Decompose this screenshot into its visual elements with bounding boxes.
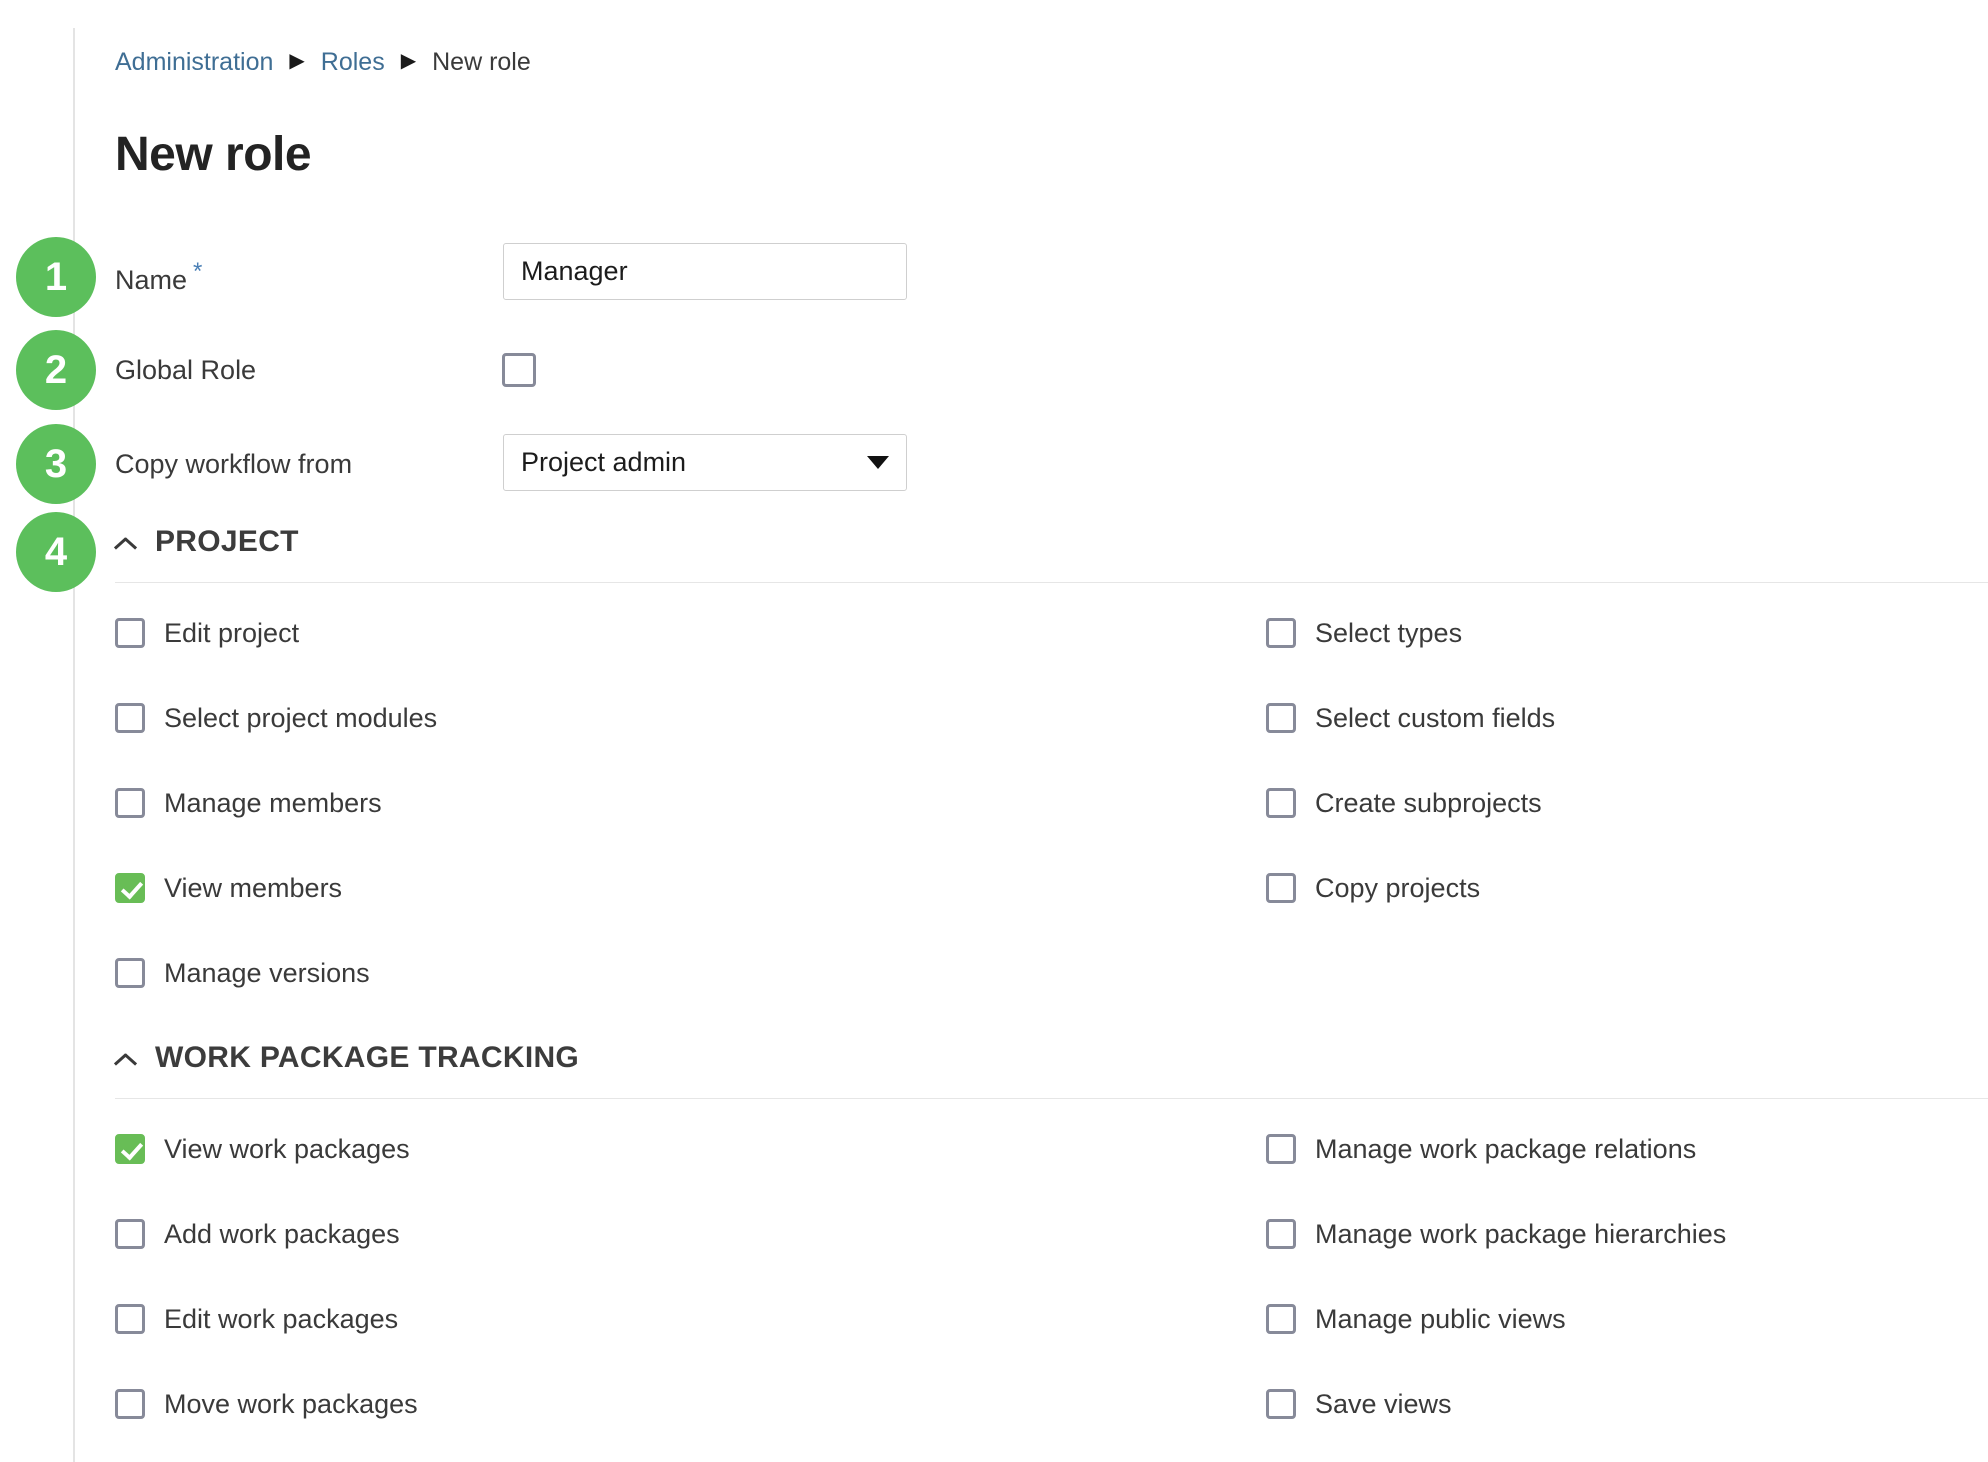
checkbox-view-work-packages[interactable] — [115, 1134, 145, 1164]
permission-label: Select project modules — [164, 703, 438, 733]
permission-column-right: Select types Select custom fields Create… — [1266, 613, 1555, 953]
permission-label: Manage work package relations — [1315, 1134, 1697, 1164]
checkbox-manage-public-views[interactable] — [1266, 1304, 1296, 1334]
permission-item-manage-work-package-hierarchies[interactable]: Manage work package hierarchies — [1266, 1214, 1726, 1254]
section-divider — [115, 582, 1988, 583]
permission-column-left: View work packages Add work packages Edi… — [115, 1129, 418, 1462]
section-work-package-tracking-header[interactable]: WORK PACKAGE TRACKING — [115, 1036, 1988, 1080]
page-title: New role — [115, 128, 312, 181]
checkbox-manage-work-package-hierarchies[interactable] — [1266, 1219, 1296, 1249]
permission-label: Edit work packages — [164, 1304, 399, 1334]
section-project-title: PROJECT — [155, 525, 299, 558]
step-badge-4: 4 — [16, 512, 96, 592]
copy-workflow-select[interactable]: Project admin — [503, 434, 907, 491]
permission-item-view-work-packages[interactable]: View work packages — [115, 1129, 418, 1169]
permission-label: Manage versions — [164, 958, 370, 988]
permission-item-manage-work-package-relations[interactable]: Manage work package relations — [1266, 1129, 1726, 1169]
permission-label: Save views — [1315, 1389, 1452, 1419]
section-project: PROJECT Edit project Select project modu… — [115, 520, 1988, 988]
permission-item-manage-members[interactable]: Manage members — [115, 783, 437, 823]
permission-label: Manage public views — [1315, 1304, 1566, 1334]
permission-item-select-types[interactable]: Select types — [1266, 613, 1555, 653]
checkbox-manage-versions[interactable] — [115, 958, 145, 988]
breadcrumb-item-roles[interactable]: Roles — [321, 44, 385, 80]
permission-item-move-work-packages[interactable]: Move work packages — [115, 1384, 418, 1424]
breadcrumb-item-administration[interactable]: Administration — [115, 44, 273, 80]
name-input[interactable] — [503, 243, 907, 300]
permission-column-right: Manage work package relations Manage wor… — [1266, 1129, 1726, 1462]
breadcrumb-item-new-role: New role — [432, 48, 531, 76]
section-work-package-tracking-title: WORK PACKAGE TRACKING — [155, 1041, 580, 1074]
permission-item-edit-work-packages[interactable]: Edit work packages — [115, 1299, 418, 1339]
permission-label: Manage members — [164, 788, 382, 818]
permission-label: View work packages — [164, 1134, 410, 1164]
name-field-label: Name * — [115, 260, 202, 297]
permission-label: Edit project — [164, 618, 300, 648]
permission-label: Select custom fields — [1315, 703, 1556, 733]
step-badge-2: 2 — [16, 330, 96, 410]
permission-item-view-members[interactable]: View members — [115, 868, 437, 908]
new-role-page: Administration ▶ Roles ▶ New role New ro… — [0, 0, 1988, 1462]
checkbox-view-members[interactable] — [115, 873, 145, 903]
permission-column-left: Edit project Select project modules Mana… — [115, 613, 437, 1038]
checkbox-select-types[interactable] — [1266, 618, 1296, 648]
checkbox-copy-projects[interactable] — [1266, 873, 1296, 903]
checkbox-edit-work-packages[interactable] — [115, 1304, 145, 1334]
permission-item-edit-project[interactable]: Edit project — [115, 613, 437, 653]
copy-workflow-selected-value: Project admin — [521, 447, 687, 477]
breadcrumb-separator-icon: ▶ — [289, 50, 305, 72]
permission-label: Move work packages — [164, 1389, 418, 1419]
checkbox-create-subprojects[interactable] — [1266, 788, 1296, 818]
chevron-up-icon — [115, 531, 137, 553]
checkbox-edit-project[interactable] — [115, 618, 145, 648]
permission-item-manage-versions[interactable]: Manage versions — [115, 953, 437, 993]
permission-item-copy-projects[interactable]: Copy projects — [1266, 868, 1555, 908]
permission-item-add-work-packages[interactable]: Add work packages — [115, 1214, 418, 1254]
permission-item-manage-public-views[interactable]: Manage public views — [1266, 1299, 1726, 1339]
section-work-package-tracking: WORK PACKAGE TRACKING View work packages… — [115, 1036, 1988, 1419]
breadcrumb-separator-icon: ▶ — [400, 50, 417, 72]
global-role-label: Global Role — [115, 355, 257, 385]
required-marker-icon: * — [193, 258, 203, 285]
permission-label: Copy projects — [1315, 873, 1481, 903]
permission-label: Manage work package hierarchies — [1315, 1219, 1727, 1249]
checkbox-save-views[interactable] — [1266, 1389, 1296, 1419]
global-role-checkbox[interactable] — [502, 353, 536, 387]
checkbox-move-work-packages[interactable] — [115, 1389, 145, 1419]
permission-label: Select types — [1315, 618, 1463, 648]
permission-item-select-custom-fields[interactable]: Select custom fields — [1266, 698, 1555, 738]
step-badge-3: 3 — [16, 424, 96, 504]
permission-label: View members — [164, 873, 343, 903]
chevron-down-icon — [867, 456, 889, 469]
checkbox-select-custom-fields[interactable] — [1266, 703, 1296, 733]
permission-item-save-views[interactable]: Save views — [1266, 1384, 1726, 1424]
permission-item-create-subprojects[interactable]: Create subprojects — [1266, 783, 1555, 823]
step-badge-1: 1 — [16, 237, 96, 317]
permission-label: Create subprojects — [1315, 788, 1542, 818]
chevron-up-icon — [115, 1047, 137, 1069]
checkbox-manage-work-package-relations[interactable] — [1266, 1134, 1296, 1164]
name-label-text: Name — [115, 265, 188, 295]
checkbox-add-work-packages[interactable] — [115, 1219, 145, 1249]
section-divider — [115, 1098, 1988, 1099]
permission-item-select-project-modules[interactable]: Select project modules — [115, 698, 437, 738]
copy-workflow-label: Copy workflow from — [115, 449, 353, 479]
checkbox-select-project-modules[interactable] — [115, 703, 145, 733]
breadcrumb: Administration ▶ Roles ▶ New role — [115, 44, 531, 80]
checkbox-manage-members[interactable] — [115, 788, 145, 818]
section-project-header[interactable]: PROJECT — [115, 520, 1988, 564]
permission-label: Add work packages — [164, 1219, 400, 1249]
